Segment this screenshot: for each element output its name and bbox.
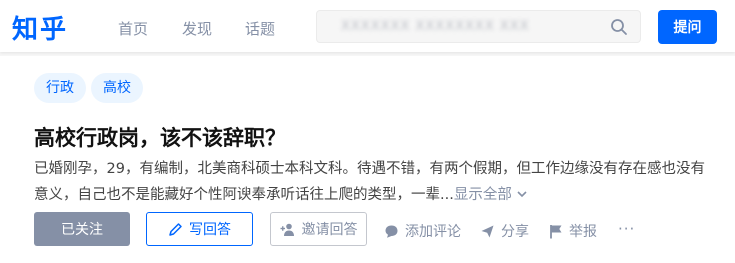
topic-tag-admin[interactable]: 行政: [34, 73, 86, 103]
top-header: 知乎 首页 发现 话题 XXXXXXX XXXXXXXX XXX 提问: [0, 0, 735, 52]
search-query: XXXXXXX XXXXXXXX XXX: [341, 19, 530, 34]
comment-label: 添加评论: [405, 224, 461, 240]
share-icon: [481, 225, 494, 237]
zhihu-logo[interactable]: 知乎: [12, 9, 68, 46]
question-card: 行政 高校 高校行政岗，该不该辞职？ 已婚刚孕，29，有编制，北美商科硕士本科文…: [0, 56, 735, 263]
comment-icon: [385, 225, 398, 238]
followed-button[interactable]: 已关注: [34, 212, 130, 246]
search-icon[interactable]: [610, 18, 628, 36]
invite-answer-label: 邀请回答: [301, 222, 358, 238]
flag-icon: [550, 224, 562, 238]
comment-button[interactable]: 添加评论: [384, 221, 461, 241]
more-options-button[interactable]: ···: [618, 220, 635, 238]
search-input[interactable]: XXXXXXX XXXXXXXX XXX: [316, 10, 641, 43]
show-all-label: 显示全部: [453, 187, 512, 203]
write-answer-button[interactable]: 写回答: [146, 212, 253, 246]
write-answer-label: 写回答: [189, 222, 231, 238]
question-excerpt: 已婚刚孕，29，有编制，北美商科硕士本科文科。待遇不错，有两个假期，但工作边缘没…: [34, 156, 714, 208]
question-title[interactable]: 高校行政岗，该不该辞职？: [34, 122, 286, 152]
show-all-link[interactable]: 显示全部: [454, 187, 529, 203]
ask-button[interactable]: 提问: [658, 10, 717, 44]
pencil-icon: [169, 222, 182, 236]
share-label: 分享: [501, 224, 529, 240]
invite-answer-button[interactable]: 邀请回答: [270, 212, 367, 246]
chevron-down-icon: [517, 191, 528, 198]
nav-discover[interactable]: 发现: [182, 18, 212, 39]
nav-home[interactable]: 首页: [118, 18, 148, 39]
nav-topics[interactable]: 话题: [245, 18, 275, 39]
excerpt-text: 已婚刚孕，29，有编制，北美商科硕士本科文科。待遇不错，有两个假期，但工作边缘没…: [34, 161, 705, 203]
share-button[interactable]: 分享: [480, 221, 529, 241]
report-button[interactable]: 举报: [549, 221, 597, 241]
report-label: 举报: [569, 224, 597, 240]
topic-tag-university[interactable]: 高校: [91, 73, 143, 103]
add-user-icon: [280, 223, 294, 236]
followed-label: 已关注: [61, 222, 103, 238]
